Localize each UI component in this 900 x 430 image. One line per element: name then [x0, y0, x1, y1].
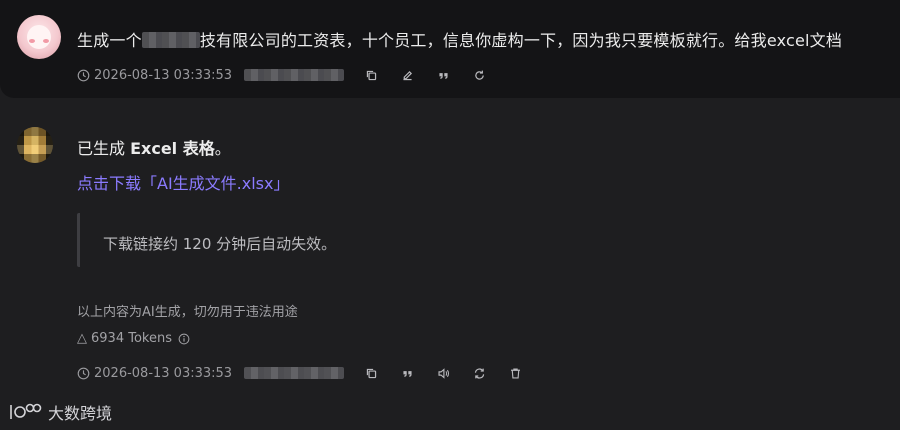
bot-avatar — [17, 127, 53, 163]
user-message-meta: 2026-08-13 03:33:53 — [77, 66, 488, 84]
expiry-quote: 下载链接约 120 分钟后自动失效。 — [77, 213, 477, 267]
bot-line-bold: Excel 表格 — [130, 139, 215, 158]
delete-button[interactable] — [506, 364, 524, 382]
watermark-text: 大数跨境 — [48, 404, 113, 423]
delete-icon — [510, 367, 520, 379]
bot-status-text: 已生成 Excel 表格。 — [77, 135, 231, 159]
speaker-icon — [438, 367, 449, 379]
user-timestamp: 2026-08-13 03:33:53 — [94, 67, 233, 83]
refresh-icon — [474, 70, 484, 80]
user-message-block: 生成一个 技有限公司的工资表，十个员工，信息你虚构一下，因为我只要模板就行。给我e… — [0, 0, 900, 98]
copy-button[interactable] — [362, 364, 380, 382]
edit-button[interactable] — [398, 66, 416, 84]
token-icon: △ — [77, 331, 87, 346]
redacted-text — [141, 32, 200, 48]
clock-icon — [77, 367, 90, 379]
copy-button[interactable] — [362, 66, 380, 84]
token-label: 6934 Tokens — [91, 331, 172, 346]
quote-icon — [439, 72, 448, 79]
expiry-quote-text: 下载链接约 120 分钟后自动失效。 — [103, 235, 337, 253]
edit-icon — [403, 70, 412, 80]
info-icon[interactable] — [178, 333, 190, 345]
regenerate-icon — [474, 367, 484, 379]
redacted-meta — [244, 69, 345, 81]
user-message-prefix: 生成一个 — [77, 31, 142, 50]
user-message-suffix: 技有限公司的工资表，十个员工，信息你虚构一下，因为我只要模板就行。给我excel… — [199, 31, 843, 50]
bot-line-suffix: 。 — [214, 139, 231, 158]
logo-icon — [10, 403, 42, 419]
refresh-button[interactable] — [470, 66, 488, 84]
token-count: △ 6934 Tokens — [77, 331, 190, 346]
copy-icon — [366, 368, 376, 378]
bot-timestamp: 2026-08-13 03:33:53 — [94, 365, 233, 381]
ai-disclaimer: 以上内容为AI生成，切勿用于违法用途 — [77, 305, 298, 320]
clock-icon — [77, 69, 90, 81]
download-link[interactable]: 点击下载「AI生成文件.xlsx」 — [77, 170, 289, 194]
quote-button[interactable] — [398, 364, 416, 382]
user-avatar — [17, 15, 61, 59]
watermark: 大数跨境 — [8, 400, 112, 424]
quote-button[interactable] — [434, 66, 452, 84]
speaker-button[interactable] — [434, 364, 452, 382]
redacted-meta — [244, 367, 345, 379]
bot-message-meta: 2026-08-13 03:33:53 — [77, 364, 524, 382]
quote-icon — [403, 370, 412, 377]
regenerate-button[interactable] — [470, 364, 488, 382]
copy-icon — [366, 70, 376, 80]
user-message-text: 生成一个 技有限公司的工资表，十个员工，信息你虚构一下，因为我只要模板就行。给我e… — [77, 27, 842, 51]
bot-line-prefix: 已生成 — [77, 139, 131, 158]
